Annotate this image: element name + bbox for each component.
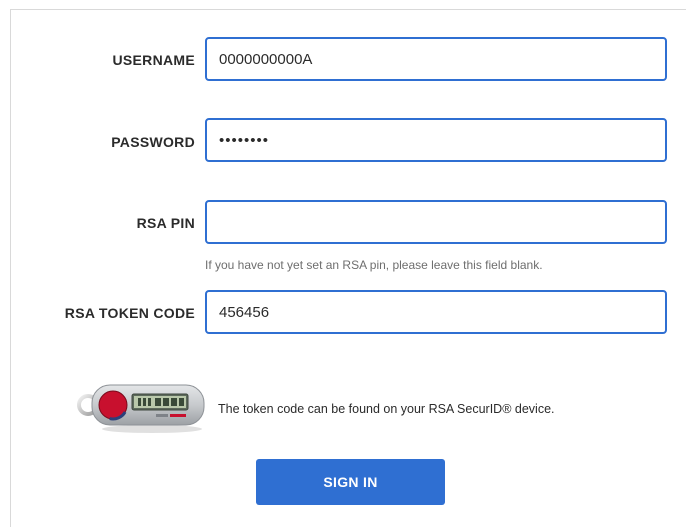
- username-input[interactable]: [205, 37, 667, 81]
- rsa-token-code-label: RSA TOKEN CODE: [64, 305, 195, 321]
- token-location-note: The token code can be found on your RSA …: [218, 402, 555, 416]
- rsa-pin-input[interactable]: [205, 200, 667, 244]
- password-input[interactable]: [205, 118, 667, 162]
- sign-in-button[interactable]: SIGN IN: [256, 459, 445, 505]
- rsa-pin-hint: If you have not yet set an RSA pin, plea…: [205, 258, 543, 272]
- rsa-pin-label: RSA PIN: [136, 215, 195, 231]
- username-label: USERNAME: [112, 52, 195, 68]
- password-label: PASSWORD: [111, 134, 195, 150]
- rsa-securid-token-icon: [76, 375, 208, 435]
- rsa-token-code-input[interactable]: [205, 290, 667, 334]
